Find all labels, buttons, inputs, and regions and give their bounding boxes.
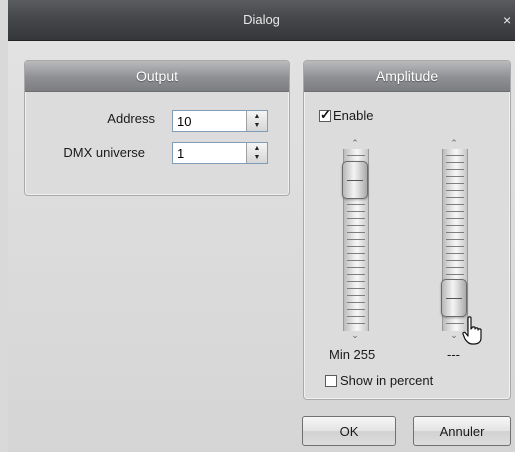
slider-tick bbox=[347, 155, 365, 156]
slider-tick bbox=[347, 260, 365, 261]
enable-checkbox[interactable]: ✓ bbox=[319, 107, 331, 122]
address-spinbox[interactable]: ▲ ▼ bbox=[172, 110, 268, 132]
slider-tick bbox=[347, 204, 365, 205]
max-slider-handle[interactable] bbox=[441, 279, 467, 317]
slider-tick bbox=[446, 218, 464, 219]
slider-tick bbox=[347, 253, 365, 254]
slider-tick bbox=[446, 162, 464, 163]
spin-down-icon[interactable]: ▼ bbox=[247, 121, 267, 130]
cancel-button[interactable]: Annuler bbox=[413, 416, 511, 446]
min-slider[interactable]: ⌃ ⌄ bbox=[342, 139, 370, 341]
spin-up-icon[interactable]: ▲ bbox=[247, 144, 267, 153]
slider-tick bbox=[347, 295, 365, 296]
slider-tick bbox=[347, 267, 365, 268]
slider-tick bbox=[347, 302, 365, 303]
dmx-universe-spinbox[interactable]: ▲ ▼ bbox=[172, 142, 268, 164]
dmx-universe-input[interactable] bbox=[173, 143, 251, 163]
close-icon[interactable]: × bbox=[503, 0, 515, 40]
spin-up-icon[interactable]: ▲ bbox=[247, 112, 267, 121]
enable-label[interactable]: Enable bbox=[333, 108, 373, 123]
slider-tick bbox=[347, 288, 365, 289]
title-bar: Dialog × bbox=[8, 0, 515, 41]
dmx-universe-label: DMX universe bbox=[63, 145, 145, 160]
slider-tick bbox=[446, 260, 464, 261]
min-value-label: Min 255 bbox=[329, 347, 376, 362]
slider-up-icon: ⌃ bbox=[450, 138, 458, 148]
slider-tick bbox=[446, 197, 464, 198]
slider-tick bbox=[446, 253, 464, 254]
ok-button[interactable]: OK bbox=[302, 416, 396, 446]
slider-tick bbox=[446, 155, 464, 156]
slider-tick bbox=[446, 183, 464, 184]
slider-tick bbox=[446, 211, 464, 212]
slider-tick bbox=[446, 267, 464, 268]
slider-tick bbox=[446, 176, 464, 177]
slider-tick bbox=[446, 204, 464, 205]
slider-tick bbox=[347, 281, 365, 282]
slider-tick bbox=[446, 225, 464, 226]
max-slider[interactable]: ⌃ ⌄ bbox=[441, 139, 469, 341]
slider-tick bbox=[347, 274, 365, 275]
hand-cursor-icon bbox=[462, 316, 482, 345]
output-group-header: Output bbox=[25, 61, 289, 92]
slider-down-icon: ⌄ bbox=[351, 330, 359, 340]
slider-tick bbox=[347, 225, 365, 226]
slider-tick bbox=[446, 239, 464, 240]
show-percent-label[interactable]: Show in percent bbox=[340, 373, 433, 388]
slider-tick bbox=[347, 309, 365, 310]
slider-tick bbox=[347, 211, 365, 212]
slider-tick bbox=[446, 169, 464, 170]
slider-tick bbox=[446, 246, 464, 247]
max-value-label: --- bbox=[447, 347, 460, 362]
address-input[interactable] bbox=[173, 111, 251, 131]
dmx-universe-spin-arrows[interactable]: ▲ ▼ bbox=[246, 143, 267, 163]
slider-tick bbox=[347, 323, 365, 324]
address-spin-arrows[interactable]: ▲ ▼ bbox=[246, 111, 267, 131]
handle-grip bbox=[446, 298, 462, 299]
slider-tick bbox=[347, 246, 365, 247]
amplitude-group: Amplitude ✓ Enable ⌃ ⌄ ⌃ ⌄ Min 255 --- S… bbox=[303, 60, 511, 400]
output-group: Output Address ▲ ▼ DMX universe ▲ ▼ bbox=[24, 60, 290, 196]
slider-tick bbox=[347, 232, 365, 233]
slider-tick bbox=[347, 239, 365, 240]
handle-grip bbox=[347, 180, 363, 181]
show-percent-checkbox[interactable] bbox=[325, 375, 337, 387]
slider-tick bbox=[446, 190, 464, 191]
spin-down-icon[interactable]: ▼ bbox=[247, 153, 267, 162]
window-title: Dialog bbox=[243, 12, 280, 27]
slider-tick bbox=[347, 316, 365, 317]
slider-tick bbox=[347, 218, 365, 219]
slider-tick bbox=[446, 232, 464, 233]
slider-tick bbox=[446, 274, 464, 275]
min-slider-handle[interactable] bbox=[342, 161, 368, 199]
slider-up-icon: ⌃ bbox=[351, 138, 359, 148]
checkmark-icon: ✓ bbox=[320, 107, 331, 122]
address-label: Address bbox=[107, 111, 155, 126]
amplitude-group-header: Amplitude bbox=[304, 61, 510, 92]
dialog-body: Output Address ▲ ▼ DMX universe ▲ ▼ Ampl… bbox=[8, 41, 515, 452]
